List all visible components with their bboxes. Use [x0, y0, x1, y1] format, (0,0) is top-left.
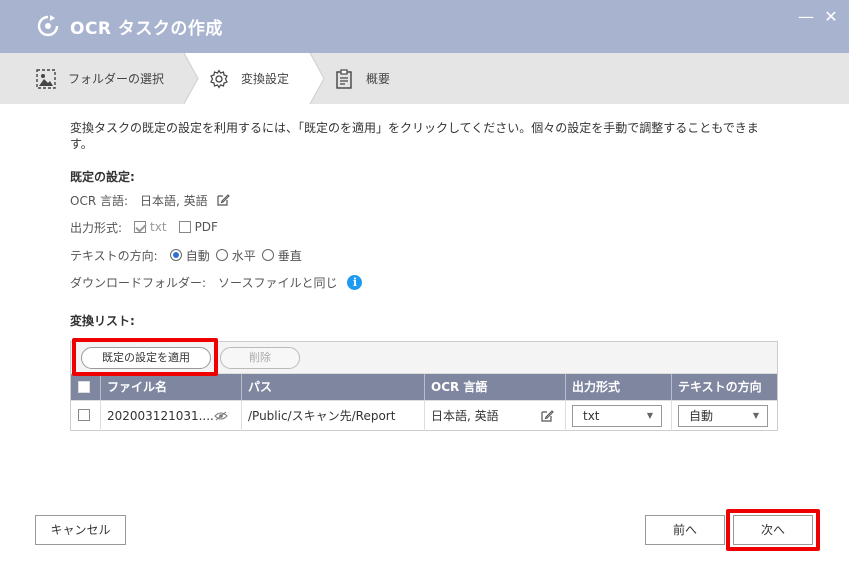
conversion-list-title: 変換リスト: — [70, 314, 135, 328]
row-select-cell — [71, 401, 101, 431]
step-folder-select[interactable]: フォルダーの選択 — [36, 53, 164, 104]
text-direction-row: テキストの方向: 自動 水平 垂直 — [70, 246, 308, 264]
step-conversion-settings[interactable]: 変換設定 — [209, 53, 289, 104]
wizard-steps: フォルダーの選択 変換設定 概要 — [0, 53, 849, 104]
direction-select-value: 自動 — [689, 409, 714, 423]
ocr-language-label: OCR 言語: — [70, 193, 129, 208]
hide-eye-icon[interactable] — [214, 411, 228, 421]
table-header: ファイル名 パス OCR 言語 出力形式 テキストの方向 — [71, 374, 777, 400]
column-path[interactable]: パス — [242, 374, 425, 400]
previous-button[interactable]: 前へ — [645, 515, 725, 545]
direction-select[interactable]: 自動 ▼ — [678, 405, 768, 427]
row-checkbox[interactable] — [78, 409, 90, 421]
row-direction-cell: 自動 ▼ — [672, 401, 777, 431]
direction-auto-radio[interactable] — [169, 249, 182, 261]
column-output-format[interactable]: 出力形式 — [566, 374, 672, 400]
pdf-label: PDF — [194, 220, 218, 234]
direction-vertical-label: 垂直 — [277, 248, 302, 263]
delete-button[interactable]: 削除 — [220, 347, 300, 369]
row-filename: 202003121031.... — [107, 409, 214, 423]
txt-checkbox[interactable] — [134, 221, 147, 233]
direction-horizontal-radio[interactable] — [215, 249, 228, 261]
step-folder-label: フォルダーの選択 — [68, 72, 165, 86]
direction-auto-label: 自動 — [185, 248, 210, 263]
ocr-language-row: OCR 言語: 日本語, 英語 — [70, 191, 230, 209]
close-button[interactable]: ✕ — [822, 8, 840, 26]
ocr-refresh-icon — [37, 15, 59, 37]
next-button[interactable]: 次へ — [733, 515, 813, 545]
pdf-checkbox[interactable] — [178, 221, 191, 233]
title-bar: OCR タスクの作成 — ✕ — [0, 0, 849, 53]
list-toolbar: 既定の設定を適用 削除 — [71, 342, 777, 374]
chevron-down-icon: ▼ — [752, 411, 759, 420]
column-filename[interactable]: ファイル名 — [101, 374, 242, 400]
header-select-cell — [71, 374, 101, 400]
output-format-row: 出力形式: txt PDF — [70, 218, 218, 236]
conversion-list: 既定の設定を適用 削除 ファイル名 パス OCR 言語 出力形式 テキストの方向… — [70, 341, 778, 431]
row-format-cell: txt ▼ — [566, 401, 672, 431]
step-summary-label: 概要 — [366, 72, 391, 86]
edit-icon[interactable] — [216, 193, 230, 207]
download-folder-label: ダウンロードフォルダー: — [70, 275, 207, 290]
direction-vertical-radio[interactable] — [261, 249, 274, 261]
window-title: OCR タスクの作成 — [70, 19, 223, 39]
column-ocr-language[interactable]: OCR 言語 — [425, 374, 566, 400]
info-icon[interactable]: i — [347, 274, 363, 290]
ocr-language-value: 日本語, 英語 — [140, 193, 208, 208]
row-language: 日本語, 英語 — [431, 409, 499, 423]
row-edit-icon[interactable] — [540, 409, 554, 423]
output-format-label: 出力形式: — [70, 220, 123, 235]
minimize-button[interactable]: — — [797, 8, 815, 26]
apply-defaults-button[interactable]: 既定の設定を適用 — [81, 347, 211, 369]
table-row[interactable]: 202003121031.... /Public/スキャン先/Report 日本… — [71, 400, 777, 431]
format-select-value: txt — [583, 409, 600, 423]
row-language-cell: 日本語, 英語 — [425, 401, 566, 431]
row-filename-cell: 202003121031.... — [101, 401, 242, 431]
column-text-direction[interactable]: テキストの方向 — [672, 374, 777, 400]
direction-horizontal-label: 水平 — [231, 248, 256, 263]
row-path: /Public/スキャン先/Report — [242, 401, 425, 431]
description-text: 変換タスクの既定の設定を利用するには、「既定のを適用」をクリックしてください。個… — [70, 121, 759, 151]
step-summary[interactable]: 概要 — [334, 53, 390, 104]
image-folder-icon — [36, 68, 56, 89]
chevron-down-icon: ▼ — [646, 411, 653, 420]
text-direction-label: テキストの方向: — [70, 248, 158, 263]
cancel-button[interactable]: キャンセル — [35, 515, 126, 545]
download-folder-row: ダウンロードフォルダー: ソースファイルと同じ i — [70, 273, 363, 291]
clipboard-icon — [336, 68, 352, 89]
default-settings-title: 既定の設定: — [70, 170, 135, 184]
txt-label: txt — [150, 220, 167, 234]
download-folder-value: ソースファイルと同じ — [218, 275, 338, 290]
gear-icon — [210, 68, 228, 89]
select-all-checkbox[interactable] — [78, 381, 90, 393]
step-settings-label: 変換設定 — [241, 72, 290, 86]
format-select[interactable]: txt ▼ — [572, 405, 662, 427]
